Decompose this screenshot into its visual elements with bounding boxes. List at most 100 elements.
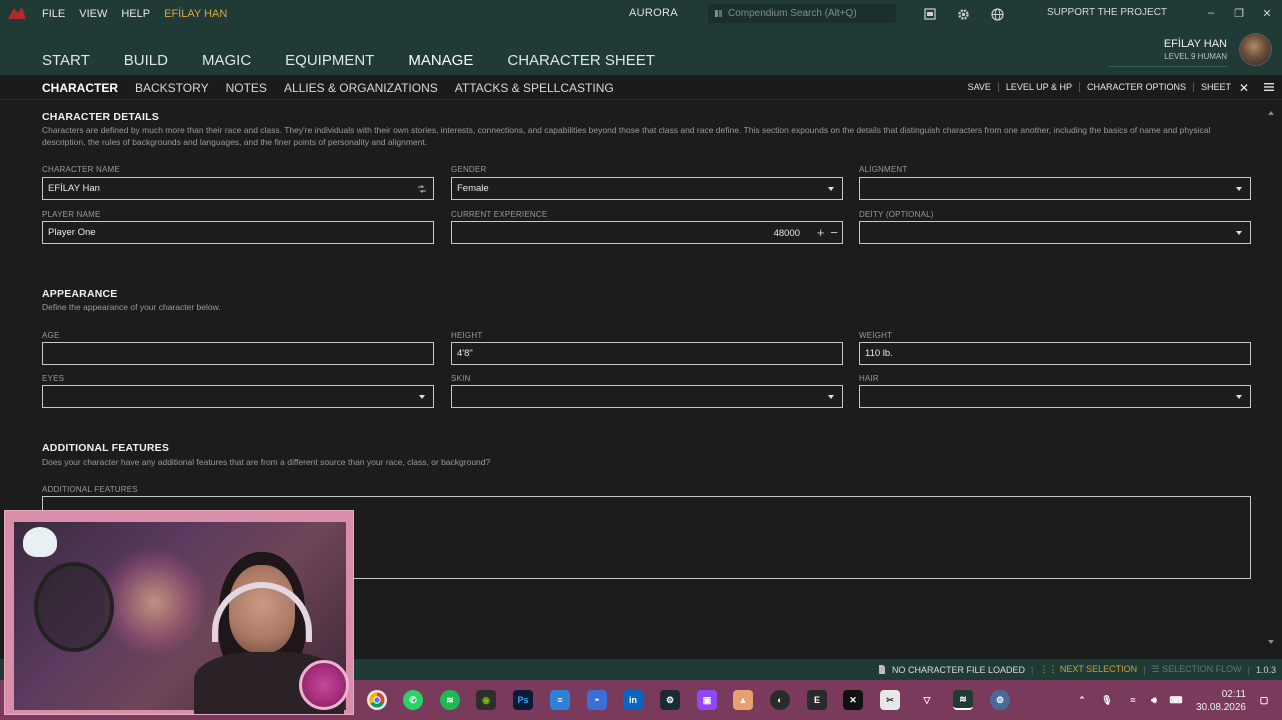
close-icon[interactable]: ✕ [1259,6,1275,20]
nav-manage[interactable]: MANAGE [408,52,473,69]
deity-select[interactable] [859,221,1251,244]
spotify-icon[interactable]: ≋ [440,690,460,710]
tab-backstory[interactable]: BACKSTORY [135,81,209,95]
height-field[interactable]: 4'8" [451,342,843,365]
steam-icon[interactable]: ⚙ [660,690,680,710]
gear-icon[interactable] [954,5,972,23]
scroll-up-icon[interactable] [1268,111,1274,115]
save-button[interactable]: SAVE [961,82,998,92]
cat-mascot-sticker [23,527,57,557]
experience-label: CURRENT EXPERIENCE [451,210,548,219]
player-name-field[interactable]: Player One [42,221,434,244]
experience-stepper[interactable]: 48000 + − [451,221,843,244]
support-project-link[interactable]: SUPPORT THE PROJECT [1047,7,1167,18]
status-separator: | [1030,664,1034,675]
compendium-search-input[interactable]: Compendium Search (Alt+Q) [708,4,896,23]
eyes-label: EYES [42,374,65,383]
weight-label: WEİGHT [859,331,893,340]
age-field[interactable] [42,342,434,365]
randomize-name-icon[interactable] [417,184,427,194]
chevron-down-icon [1236,187,1242,191]
character-summary[interactable]: EFİLAY HAN LEVEL 9 HUMAN [1164,38,1227,61]
sheet-button[interactable]: SHEET [1192,82,1238,92]
keyboard-icon[interactable]: ⌨ [1166,690,1186,710]
sheet-actions: SAVE LEVEL UP & HP CHARACTER OPTIONS SHE… [961,82,1238,92]
epic-games-icon[interactable]: E [807,690,827,710]
menu-file[interactable]: FILE [42,8,65,20]
nav-build[interactable]: BUILD [124,52,168,69]
nav-character-sheet[interactable]: CHARACTER SHEET [507,52,655,69]
alignment-select[interactable] [859,177,1251,200]
character-details-description: Characters are defined by much more than… [42,125,1211,147]
additional-features-title: ADDITIONAL FEATURES [42,442,170,454]
menu-character[interactable]: EFİLAY HAN [164,8,227,20]
restore-icon[interactable]: ❐ [1231,6,1247,20]
chevron-down-icon [1236,395,1242,399]
aurora-logo-icon [8,7,26,19]
nav-magic[interactable]: MAGIC [202,52,251,69]
deity-label: DEİTY (OPTİONAL) [859,210,934,219]
character-options-button[interactable]: CHARACTER OPTIONS [1078,82,1193,92]
next-selection-button[interactable]: ⋮⋮ NEXT SELECTION [1039,664,1137,675]
additional-features-description: Does your character have any additional … [42,457,491,467]
notifications-icon[interactable]: ▢ [1254,690,1274,710]
selection-flow-button[interactable]: ☰ SELECTION FLOW [1152,664,1242,675]
tab-notes[interactable]: NOTES [226,81,267,95]
plus-icon[interactable]: + [817,226,825,239]
notepad-icon[interactable]: ≡ [550,690,570,710]
close-character-icon[interactable]: ✕ [1239,81,1249,95]
discord-icon[interactable]: ◓ [587,690,607,710]
gender-select[interactable]: Female [451,177,843,200]
photoshop-icon[interactable]: Ps [513,690,533,710]
scroll-down-icon[interactable] [1268,640,1274,644]
tab-allies-organizations[interactable]: ALLIES & ORGANIZATIONS [284,81,438,95]
system-clock[interactable]: 02:11 30.08.2026 [1196,688,1246,714]
menu-help[interactable]: HELP [121,8,150,20]
settings-taskbar-icon[interactable]: ⚙ [990,690,1010,710]
gender-label: GENDER [451,165,487,174]
avatar[interactable] [1239,33,1272,66]
obs-icon[interactable]: ◐ [770,690,790,710]
experience-value: 48000 [773,228,800,239]
volume-icon[interactable]: 🔊︎ [1144,690,1164,710]
character-name-display: EFİLAY HAN [1163,38,1227,50]
snipping-tool-icon[interactable]: ✂ [880,690,900,710]
linkedin-icon[interactable]: in [623,690,643,710]
character-name-field[interactable]: EFİLAY Han [42,177,434,200]
manage-tabs: CHARACTER BACKSTORY NOTES ALLIES & ORGAN… [42,81,631,95]
weight-field[interactable]: 110 lb. [859,342,1251,365]
version-label: 1.0.3 [1255,664,1276,675]
twitch-icon[interactable]: ▣ [697,690,717,710]
gender-value: Female [457,183,489,194]
nav-start[interactable]: START [42,52,90,69]
hamburger-menu-icon[interactable] [1264,82,1274,92]
vpn-icon[interactable]: ▽ [917,690,937,710]
capcut-icon[interactable]: ✕ [843,690,863,710]
age-label: AGE [42,331,60,340]
aurora-taskbar-icon[interactable]: ≋ [953,690,973,710]
nav-equipment[interactable]: EQUIPMENT [285,52,374,69]
hair-select[interactable] [859,385,1251,408]
menu-view[interactable]: VIEW [79,8,107,20]
chevron-down-icon [419,395,425,399]
tab-character[interactable]: CHARACTER [42,81,118,95]
eyes-select[interactable] [42,385,434,408]
window-layout-icon[interactable] [921,5,939,23]
skin-select[interactable] [451,385,843,408]
chrome-icon[interactable] [367,690,387,710]
tray-overflow-icon[interactable]: ⌃ [1072,690,1092,710]
microphone-icon[interactable]: 🎙︎ [1097,690,1117,710]
character-level-display: LEVEL 9 HUMAN [1164,52,1227,61]
nvidia-icon[interactable]: ◉ [476,690,496,710]
level-up-hp-button[interactable]: LEVEL UP & HP [997,82,1079,92]
minimize-icon[interactable]: – [1203,6,1219,20]
tab-attacks-spellcasting[interactable]: ATTACKS & SPELLCASTING [455,81,614,95]
next-selection-label: NEXT SELECTION [1059,664,1138,674]
photos-icon[interactable]: ▲ [733,690,753,710]
globe-icon[interactable] [988,5,1006,23]
whatsapp-icon[interactable]: ✆ [403,690,423,710]
minus-icon[interactable]: − [830,226,838,239]
status-separator: | [1247,664,1250,675]
appearance-title: APPEARANCE [42,288,118,300]
wifi-icon[interactable]: ≈ [1123,690,1143,710]
